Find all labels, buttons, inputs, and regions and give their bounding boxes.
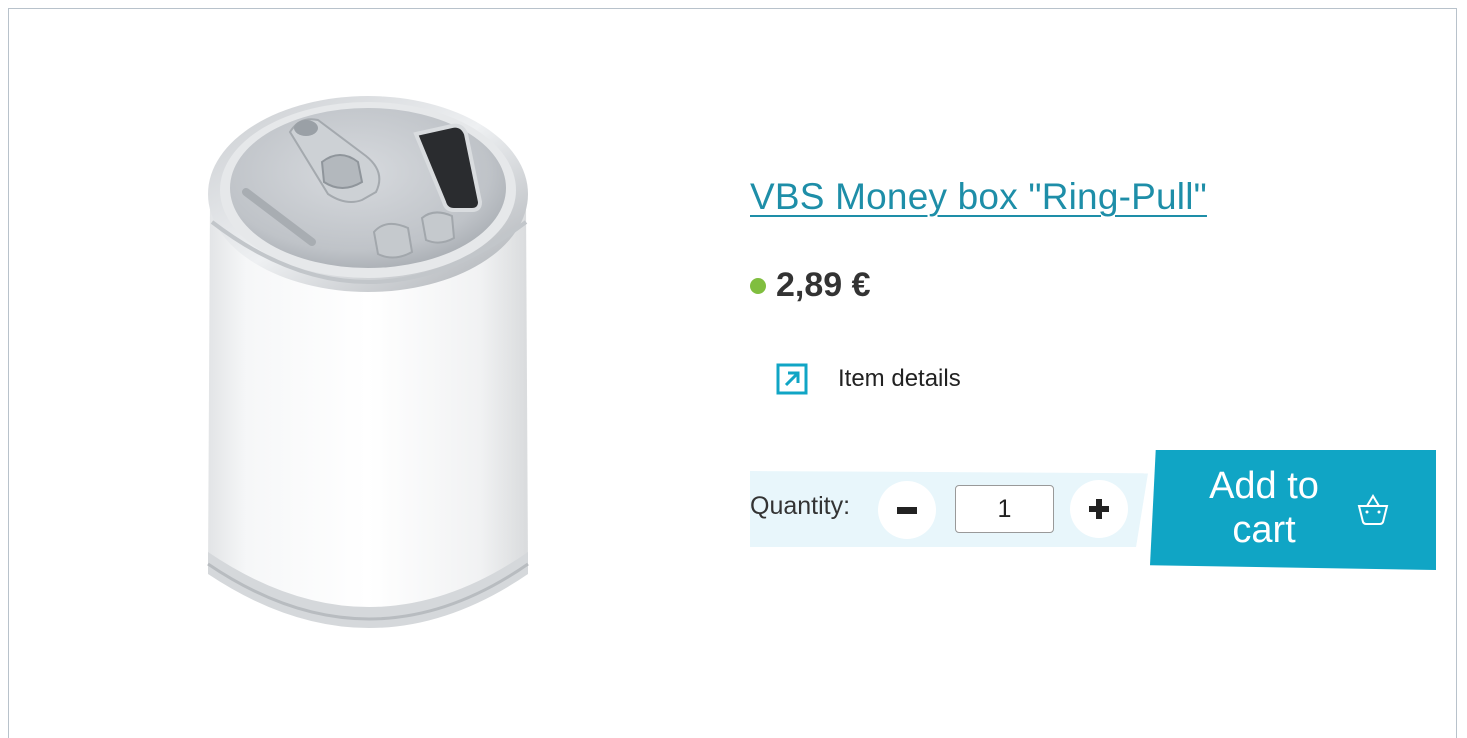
- product-price: 2,89 €: [776, 266, 871, 304]
- product-image[interactable]: [190, 82, 550, 662]
- item-details-label: Item details: [838, 365, 961, 392]
- basket-icon: [1357, 494, 1389, 525]
- tin-can-image: [207, 96, 529, 628]
- minus-icon: [897, 507, 917, 514]
- item-details-link[interactable]: Item details: [776, 363, 961, 395]
- quantity-input[interactable]: [955, 485, 1054, 533]
- increase-quantity-button[interactable]: [1070, 480, 1128, 538]
- add-to-cart-button[interactable]: Add to cart: [1150, 450, 1436, 570]
- price-row: 2,89 €: [750, 266, 871, 305]
- quantity-label: Quantity:: [750, 492, 851, 520]
- product-title-link[interactable]: VBS Money box "Ring-Pull": [750, 176, 1207, 218]
- availability-dot: [750, 277, 766, 294]
- decrease-quantity-button[interactable]: [878, 481, 936, 539]
- external-arrow-icon: [776, 363, 808, 395]
- plus-icon: [1089, 499, 1109, 519]
- add-to-cart-label: Add to cart: [1209, 465, 1319, 551]
